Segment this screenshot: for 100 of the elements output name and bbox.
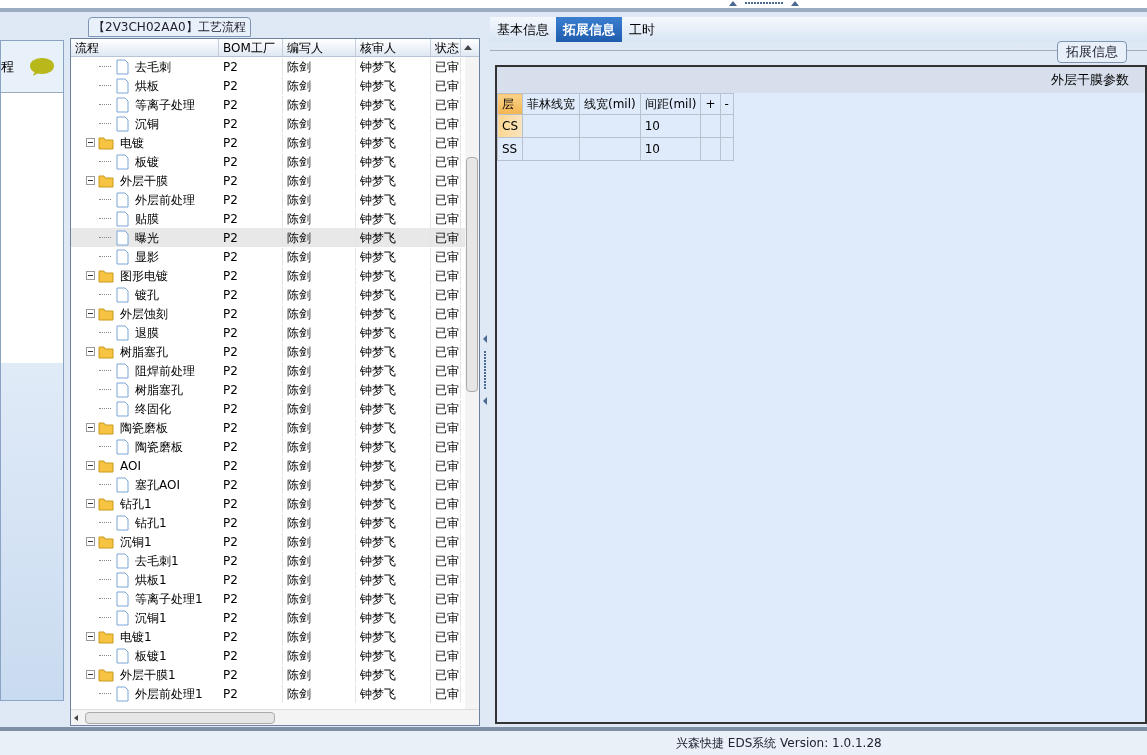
tree-label: 陶瓷磨板	[135, 438, 183, 456]
tree-row[interactable]: 沉铜 P2 陈剑 钟梦飞 已审	[71, 114, 465, 133]
table-cell: 陈剑	[283, 494, 356, 513]
table-cell: 已审	[431, 152, 461, 171]
tree-row[interactable]: AOI P2 陈剑 钟梦飞 已审	[71, 456, 465, 475]
table-cell: 已审	[431, 665, 461, 684]
collapse-icon[interactable]	[86, 670, 95, 679]
tree-row[interactable]: 烘板1 P2 陈剑 钟梦飞 已审	[71, 570, 465, 589]
table-cell[interactable]	[720, 114, 734, 138]
table-cell: P2	[219, 171, 283, 190]
tree-row[interactable]: 去毛刺1 P2 陈剑 钟梦飞 已审	[71, 551, 465, 570]
tree-row[interactable]: 曝光 P2 陈剑 钟梦飞 已审	[71, 228, 465, 247]
table-cell[interactable]	[579, 114, 641, 138]
table-cell[interactable]: 10	[640, 137, 701, 161]
table-cell[interactable]	[579, 137, 641, 161]
collapse-icon[interactable]	[86, 309, 95, 318]
tree-row[interactable]: 贴膜 P2 陈剑 钟梦飞 已审	[71, 209, 465, 228]
tab[interactable]: 基本信息	[490, 17, 556, 42]
tree-row[interactable]: 图形电镀 P2 陈剑 钟梦飞 已审	[71, 266, 465, 285]
tree-row[interactable]: 显影 P2 陈剑 钟梦飞 已审	[71, 247, 465, 266]
tree-row[interactable]: 陶瓷磨板 P2 陈剑 钟梦飞 已审	[71, 418, 465, 437]
vertical-scrollbar[interactable]	[465, 57, 479, 709]
collapse-icon[interactable]	[86, 632, 95, 641]
splitter-handle-icon[interactable]	[728, 0, 799, 6]
tree-row[interactable]: 终固化 P2 陈剑 钟梦飞 已审	[71, 399, 465, 418]
tree-row[interactable]: 等离子处理1 P2 陈剑 钟梦飞 已审	[71, 589, 465, 608]
tab[interactable]: 拓展信息	[556, 17, 622, 42]
collapse-icon[interactable]	[86, 499, 95, 508]
tree-row[interactable]: 电镀 P2 陈剑 钟梦飞 已审	[71, 133, 465, 152]
table-cell: 钟梦飞	[356, 627, 431, 646]
table-cell: 已审	[431, 418, 461, 437]
table-cell: 钟梦飞	[356, 342, 431, 361]
table-cell: 钟梦飞	[356, 380, 431, 399]
tab[interactable]: 工时	[622, 17, 662, 42]
table-cell: 已审	[431, 646, 461, 665]
table-cell: 陈剑	[283, 646, 356, 665]
splitter-grip-icon[interactable]	[482, 334, 488, 405]
tree-row[interactable]: 外层干膜1 P2 陈剑 钟梦飞 已审	[71, 665, 465, 684]
table-cell: 已审	[431, 95, 461, 114]
table-cell: P2	[219, 323, 283, 342]
tree-row[interactable]: 树脂塞孔 P2 陈剑 钟梦飞 已审	[71, 342, 465, 361]
table-cell: P2	[219, 589, 283, 608]
tree-label: 显影	[135, 248, 159, 266]
table-cell[interactable]	[700, 114, 721, 138]
table-cell: 钟梦飞	[356, 304, 431, 323]
tree-row[interactable]: 钻孔1 P2 陈剑 钟梦飞 已审	[71, 513, 465, 532]
tree-row[interactable]: 镀孔 P2 陈剑 钟梦飞 已审	[71, 285, 465, 304]
column-header[interactable]: 状态	[431, 39, 461, 56]
collapse-icon[interactable]	[86, 461, 95, 470]
tree-row[interactable]: 电镀1 P2 陈剑 钟梦飞 已审	[71, 627, 465, 646]
tree-row[interactable]: 沉铜1 P2 陈剑 钟梦飞 已审	[71, 532, 465, 551]
tree-row[interactable]: 钻孔1 P2 陈剑 钟梦飞 已审	[71, 494, 465, 513]
column-header[interactable]: 编写人	[283, 39, 356, 56]
table-cell: P2	[219, 228, 283, 247]
tree-row[interactable]: 板镀1 P2 陈剑 钟梦飞 已审	[71, 646, 465, 665]
table-cell[interactable]	[700, 137, 721, 161]
table-cell: 钟梦飞	[356, 456, 431, 475]
tree-row[interactable]: 烘板 P2 陈剑 钟梦飞 已审	[71, 76, 465, 95]
file-icon	[116, 153, 129, 170]
table-cell[interactable]	[720, 137, 734, 161]
table-cell: 已审	[431, 171, 461, 190]
tree-row[interactable]: 阻焊前处理 P2 陈剑 钟梦飞 已审	[71, 361, 465, 380]
tree-row[interactable]: 外层前处理 P2 陈剑 钟梦飞 已审	[71, 190, 465, 209]
horizontal-scrollbar[interactable]	[71, 709, 479, 725]
collapse-icon[interactable]	[86, 347, 95, 356]
collapse-icon[interactable]	[86, 271, 95, 280]
table-cell[interactable]: SS	[497, 137, 523, 161]
collapse-icon[interactable]	[86, 423, 95, 432]
table-cell: 已审	[431, 323, 461, 342]
table-cell: 陈剑	[283, 304, 356, 323]
table-cell[interactable]: CS	[497, 114, 523, 138]
tree-row[interactable]: 退膜 P2 陈剑 钟梦飞 已审	[71, 323, 465, 342]
tree-row[interactable]: 外层前处理1 P2 陈剑 钟梦飞 已审	[71, 684, 465, 703]
tree-row[interactable]: 沉铜1 P2 陈剑 钟梦飞 已审	[71, 608, 465, 627]
collapse-icon[interactable]	[86, 138, 95, 147]
tree-row[interactable]: 外层干膜 P2 陈剑 钟梦飞 已审	[71, 171, 465, 190]
table-cell: P2	[219, 532, 283, 551]
tree-row[interactable]: 板镀 P2 陈剑 钟梦飞 已审	[71, 152, 465, 171]
tree-label: 去毛刺1	[135, 552, 179, 570]
tree-row[interactable]: 塞孔AOI P2 陈剑 钟梦飞 已审	[71, 475, 465, 494]
table-cell: 陈剑	[283, 209, 356, 228]
collapse-icon[interactable]	[86, 176, 95, 185]
table-cell[interactable]	[522, 114, 580, 138]
table-cell[interactable]	[522, 137, 580, 161]
tree-row[interactable]: 陶瓷磨板 P2 陈剑 钟梦飞 已审	[71, 437, 465, 456]
tree-row[interactable]: 外层蚀刻 P2 陈剑 钟梦飞 已审	[71, 304, 465, 323]
table-cell: P2	[219, 437, 283, 456]
table-cell: 钟梦飞	[356, 494, 431, 513]
tree-row[interactable]: 等离子处理 P2 陈剑 钟梦飞 已审	[71, 95, 465, 114]
column-header[interactable]: BOM工厂	[219, 39, 283, 56]
tree-row[interactable]: 树脂塞孔 P2 陈剑 钟梦飞 已审	[71, 380, 465, 399]
file-icon	[116, 400, 129, 417]
column-header[interactable]: 流程	[71, 39, 219, 56]
tree-label: 树脂塞孔	[120, 343, 168, 361]
table-cell: 已审	[431, 513, 461, 532]
tree-row[interactable]: 去毛刺 P2 陈剑 钟梦飞 已审	[71, 57, 465, 76]
column-header[interactable]: 核审人	[356, 39, 431, 56]
table-cell[interactable]: 10	[640, 114, 701, 138]
collapse-icon[interactable]	[86, 537, 95, 546]
table-cell: P2	[219, 456, 283, 475]
